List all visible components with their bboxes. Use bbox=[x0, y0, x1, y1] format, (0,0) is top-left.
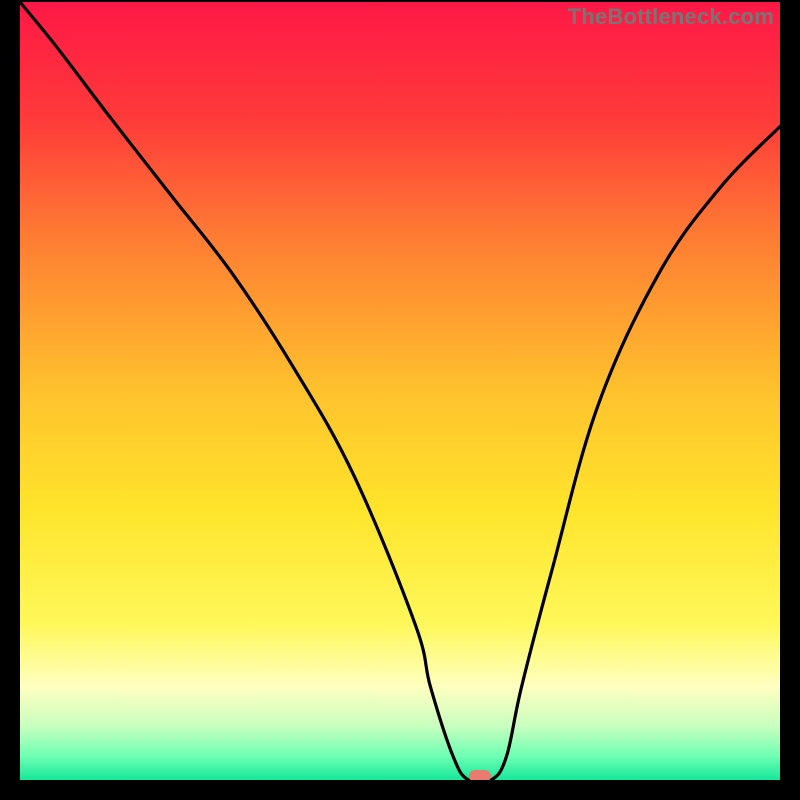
minimum-marker bbox=[469, 770, 491, 780]
chart-frame: TheBottleneck.com bbox=[0, 0, 800, 800]
gradient-background bbox=[20, 2, 780, 780]
plot-area bbox=[20, 2, 780, 780]
attribution-label: TheBottleneck.com bbox=[568, 4, 774, 30]
